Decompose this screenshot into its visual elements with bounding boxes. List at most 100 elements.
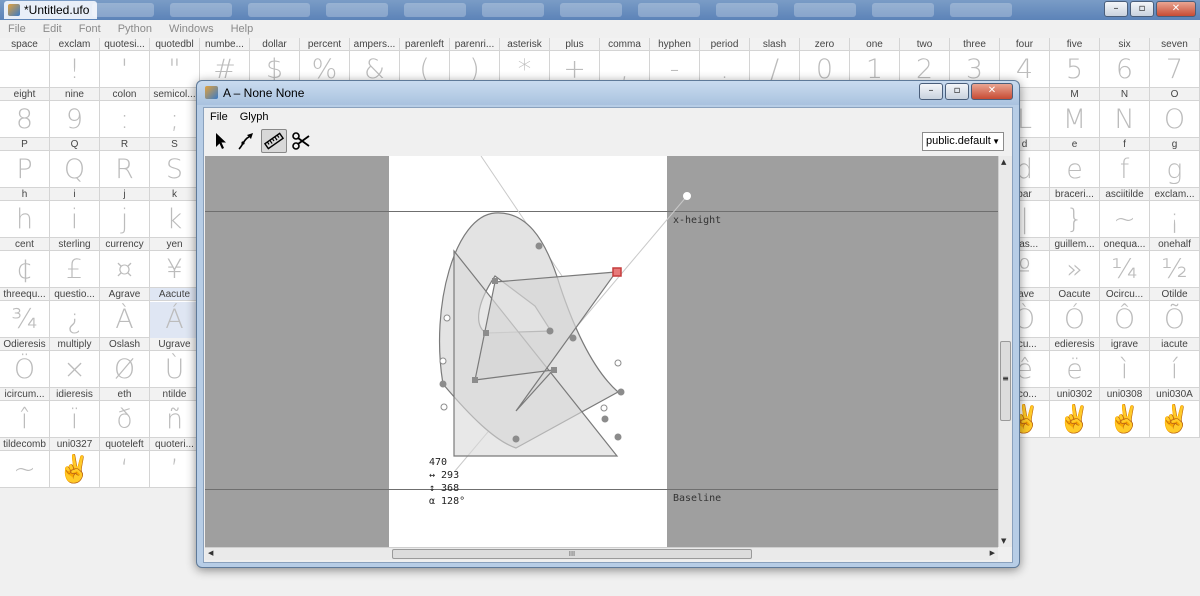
- glyph-cell[interactable]: uni0308 ✌: [1100, 388, 1150, 438]
- glyph-cell[interactable]: braceri...}: [1050, 188, 1100, 238]
- off-curve-handle[interactable]: [439, 357, 447, 365]
- horizontal-scrollbar[interactable]: ◀ III ▶: [205, 547, 998, 560]
- glyph-cell[interactable]: igrave ì: [1100, 338, 1150, 388]
- glyph-cell[interactable]: tildecomb ~: [0, 438, 50, 488]
- off-curve-handle[interactable]: [440, 403, 448, 411]
- close-button[interactable]: ✕: [971, 83, 1013, 100]
- glyph-cell[interactable]: six 6: [1100, 38, 1150, 88]
- background-tab[interactable]: [92, 3, 154, 17]
- glyph-cell[interactable]: Oslash Ø: [100, 338, 150, 388]
- glyph-cell[interactable]: cent ¢: [0, 238, 50, 288]
- glyph-cell[interactable]: semicol...;: [150, 88, 200, 138]
- corner-point[interactable]: [483, 330, 489, 336]
- background-tab[interactable]: [716, 3, 778, 17]
- glyph-cell[interactable]: sterling £: [50, 238, 100, 288]
- glyph-cell[interactable]: colon:: [100, 88, 150, 138]
- glyph-window-titlebar[interactable]: A – None None – ▫ ✕: [197, 81, 1019, 105]
- glyph-cell[interactable]: guillem... »: [1050, 238, 1100, 288]
- on-curve-point[interactable]: [512, 435, 520, 443]
- on-curve-point[interactable]: [617, 388, 625, 396]
- corner-point[interactable]: [551, 367, 557, 373]
- glyph-cell[interactable]: hh: [0, 188, 50, 238]
- scroll-down-icon[interactable]: ▼: [1001, 537, 1006, 545]
- background-tab[interactable]: [482, 3, 544, 17]
- measurement-anchor[interactable]: [683, 192, 691, 200]
- off-curve-handle[interactable]: [600, 404, 608, 412]
- on-curve-point[interactable]: [601, 415, 609, 423]
- selected-point[interactable]: [612, 267, 622, 277]
- menu-windows[interactable]: Windows: [161, 20, 223, 38]
- glyph-cell[interactable]: exclam... ¡: [1150, 188, 1200, 238]
- maximize-button[interactable]: ▫: [1130, 1, 1154, 17]
- vertical-scrollbar[interactable]: ▲ ≡ ▼: [998, 156, 1012, 547]
- glyph-cell[interactable]: exclam!: [50, 38, 100, 88]
- glyph-cell[interactable]: Otilde Õ: [1150, 288, 1200, 338]
- glyph-cell[interactable]: idieresis ï: [50, 388, 100, 438]
- menu-font[interactable]: Font: [71, 20, 110, 38]
- glyph-cell[interactable]: uni030A ✌: [1150, 388, 1200, 438]
- maximize-button[interactable]: ▫: [945, 83, 969, 100]
- glyph-cell[interactable]: iacute í: [1150, 338, 1200, 388]
- background-tab[interactable]: [560, 3, 622, 17]
- glyph-cell[interactable]: multiply ×: [50, 338, 100, 388]
- glyph-cell[interactable]: nine 9: [50, 88, 100, 138]
- background-tab[interactable]: [326, 3, 388, 17]
- on-curve-point[interactable]: [614, 433, 622, 441]
- glyph-menu-file[interactable]: File: [204, 108, 234, 126]
- scroll-left-icon[interactable]: ◀: [208, 549, 213, 557]
- menu-edit[interactable]: Edit: [35, 20, 71, 38]
- glyph-cell[interactable]: yen ¥: [150, 238, 200, 288]
- glyph-cell[interactable]: quotedbl ": [150, 38, 200, 88]
- glyph-cell[interactable]: RR: [100, 138, 150, 188]
- menu-python[interactable]: Python: [110, 20, 161, 38]
- off-curve-handle[interactable]: [614, 359, 622, 367]
- glyph-cell[interactable]: gg: [1150, 138, 1200, 188]
- glyph-cell[interactable]: quoteri... ’: [150, 438, 200, 488]
- glyph-cell[interactable]: uni0302 ✌: [1050, 388, 1100, 438]
- glyph-cell[interactable]: eight 8: [0, 88, 50, 138]
- background-tab[interactable]: [248, 3, 310, 17]
- glyph-menu-glyph[interactable]: Glyph: [234, 108, 275, 126]
- glyph-cell[interactable]: Oacute Ó: [1050, 288, 1100, 338]
- knife-tool-icon[interactable]: [288, 129, 314, 153]
- background-tab[interactable]: [638, 3, 700, 17]
- glyph-cell[interactable]: edieresis ë: [1050, 338, 1100, 388]
- glyph-cell[interactable]: quoteleft ‘: [100, 438, 150, 488]
- background-tab[interactable]: [170, 3, 232, 17]
- glyph-cell[interactable]: PP: [0, 138, 50, 188]
- layer-select[interactable]: public.default ▼: [922, 132, 1004, 151]
- glyph-cell[interactable]: currency ¤: [100, 238, 150, 288]
- glyph-cell[interactable]: Aacute Á: [150, 288, 200, 338]
- off-curve-handle[interactable]: [443, 314, 451, 322]
- minimize-button[interactable]: –: [919, 83, 943, 100]
- menu-file[interactable]: File: [0, 20, 35, 38]
- glyph-cell[interactable]: space: [0, 38, 50, 88]
- background-tab[interactable]: [404, 3, 466, 17]
- glyph-cell[interactable]: questio... ¿: [50, 288, 100, 338]
- glyph-cell[interactable]: five 5: [1050, 38, 1100, 88]
- glyph-cell[interactable]: MM: [1050, 88, 1100, 138]
- glyph-cell[interactable]: kk: [150, 188, 200, 238]
- glyph-cell[interactable]: Agrave À: [100, 288, 150, 338]
- background-tab[interactable]: [950, 3, 1012, 17]
- on-curve-point[interactable]: [535, 242, 543, 250]
- on-curve-point[interactable]: [546, 327, 554, 335]
- glyph-cell[interactable]: icircum... î: [0, 388, 50, 438]
- glyph-cell[interactable]: NN: [1100, 88, 1150, 138]
- selection-tool-icon[interactable]: [208, 129, 234, 153]
- main-window-tab[interactable]: *Untitled.ufo: [4, 1, 98, 19]
- scroll-right-icon[interactable]: ▶: [990, 549, 995, 557]
- menu-help[interactable]: Help: [223, 20, 263, 38]
- glyph-cell[interactable]: SS: [150, 138, 200, 188]
- vertical-scroll-thumb[interactable]: ≡: [1000, 341, 1011, 421]
- corner-point[interactable]: [492, 278, 498, 284]
- corner-point[interactable]: [472, 377, 478, 383]
- glyph-cell[interactable]: onequa... ¼: [1100, 238, 1150, 288]
- on-curve-point[interactable]: [439, 380, 447, 388]
- glyph-cell[interactable]: uni0327 ✌: [50, 438, 100, 488]
- background-tab[interactable]: [872, 3, 934, 17]
- on-curve-point[interactable]: [569, 334, 577, 342]
- glyph-cell[interactable]: OO: [1150, 88, 1200, 138]
- glyph-cell[interactable]: ee: [1050, 138, 1100, 188]
- scroll-up-icon[interactable]: ▲: [1001, 158, 1006, 166]
